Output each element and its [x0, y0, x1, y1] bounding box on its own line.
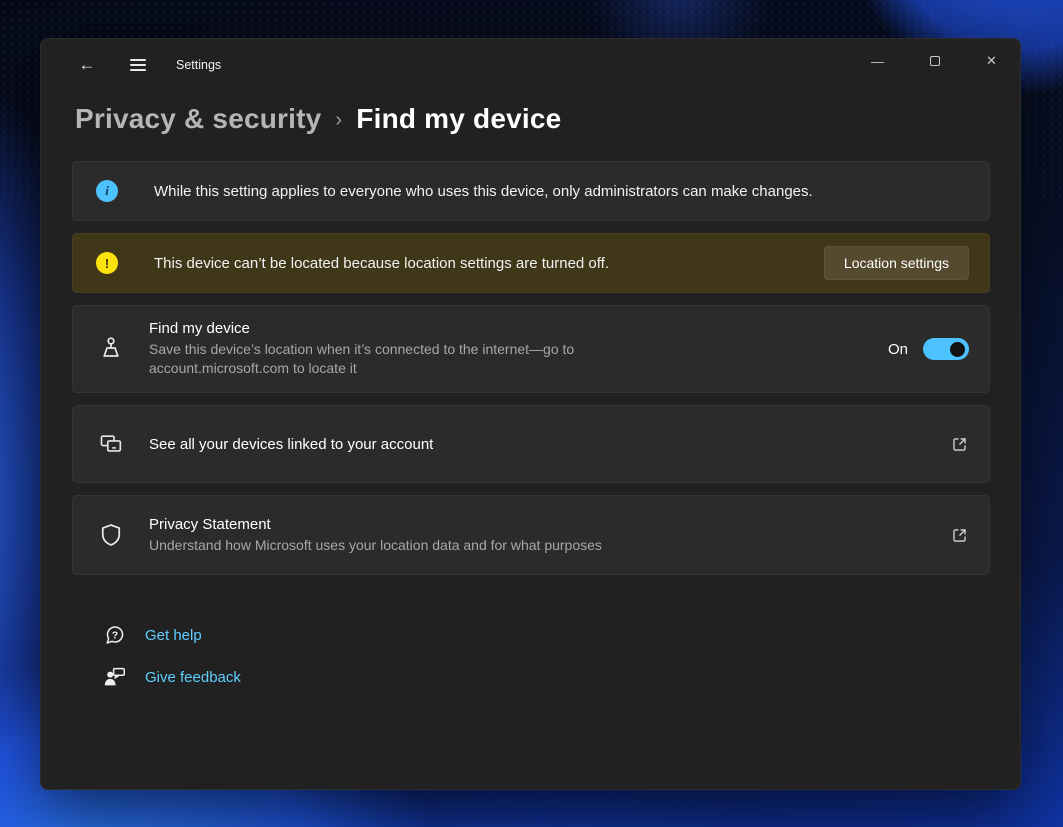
maximize-icon — [930, 56, 940, 66]
maximize-button[interactable] — [906, 39, 963, 83]
privacy-statement-description: Understand how Microsoft uses your locat… — [149, 536, 649, 555]
page-title: Find my device — [356, 103, 561, 135]
devices-icon — [96, 431, 126, 457]
find-my-device-icon — [96, 335, 126, 363]
location-warning-text: This device can’t be located because loc… — [154, 255, 824, 272]
linked-devices-card[interactable]: See all your devices linked to your acco… — [72, 405, 990, 483]
get-help-label: Get help — [145, 627, 202, 644]
external-link-icon — [950, 526, 969, 545]
titlebar: ← Settings — ✕ — [41, 39, 1020, 91]
settings-content: i While this setting applies to everyone… — [72, 161, 990, 691]
breadcrumb: Privacy & security › Find my device — [75, 103, 1020, 135]
find-my-device-toggle-group: On — [888, 338, 969, 360]
settings-window: ← Settings — ✕ Privacy & security › Find… — [40, 38, 1021, 790]
help-bubble-icon: ? — [102, 623, 128, 647]
privacy-statement-card[interactable]: Privacy Statement Understand how Microso… — [72, 495, 990, 575]
toggle-knob — [950, 342, 965, 357]
privacy-statement-text: Privacy Statement Understand how Microso… — [149, 516, 950, 555]
admin-info-text: While this setting applies to everyone w… — [154, 183, 969, 200]
svg-text:?: ? — [112, 629, 118, 641]
find-my-device-card: Find my device Save this device’s locati… — [72, 305, 990, 393]
back-button[interactable]: ← — [71, 49, 103, 81]
help-links: ? Get help Give feedback — [102, 621, 990, 691]
toggle-state-label: On — [888, 341, 908, 358]
find-my-device-title: Find my device — [149, 320, 888, 337]
give-feedback-label: Give feedback — [145, 669, 241, 686]
location-warning-banner: ! This device can’t be located because l… — [72, 233, 990, 293]
back-arrow-icon: ← — [79, 55, 96, 75]
info-icon: i — [96, 180, 118, 202]
find-my-device-text: Find my device Save this device’s locati… — [149, 320, 888, 378]
app-title: Settings — [176, 58, 221, 72]
find-my-device-toggle[interactable] — [923, 338, 969, 360]
hamburger-icon — [130, 64, 146, 66]
breadcrumb-parent[interactable]: Privacy & security — [75, 103, 321, 135]
get-help-link[interactable]: ? Get help — [102, 621, 990, 649]
close-icon: ✕ — [986, 53, 997, 69]
find-my-device-description: Save this device’s location when it’s co… — [149, 340, 649, 378]
chevron-right-icon: › — [335, 109, 342, 132]
location-settings-button[interactable]: Location settings — [824, 246, 969, 280]
minimize-button[interactable]: — — [849, 39, 906, 83]
admin-info-banner: i While this setting applies to everyone… — [72, 161, 990, 221]
navigation-menu-button[interactable] — [122, 49, 154, 81]
privacy-statement-title: Privacy Statement — [149, 516, 950, 533]
window-controls: — ✕ — [849, 39, 1020, 83]
feedback-person-icon — [102, 665, 128, 689]
warning-icon: ! — [96, 252, 118, 274]
give-feedback-link[interactable]: Give feedback — [102, 663, 990, 691]
linked-devices-text: See all your devices linked to your acco… — [149, 436, 950, 453]
minimize-icon: — — [871, 54, 884, 69]
external-link-icon — [950, 435, 969, 454]
linked-devices-title: See all your devices linked to your acco… — [149, 436, 950, 453]
close-button[interactable]: ✕ — [963, 39, 1020, 83]
shield-icon — [96, 522, 126, 548]
